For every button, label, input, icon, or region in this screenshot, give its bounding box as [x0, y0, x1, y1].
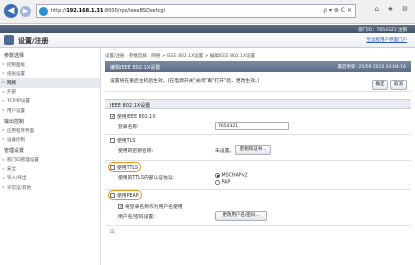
breadcrumb: 设置/注册 : 参数选择 : 网络 > IEEE 802.1X设置 > 编辑IE…: [105, 54, 256, 59]
url-text: http://192.168.1.31:8000/rps/ieeeBSDsetc…: [51, 8, 165, 14]
use-peap-checkbox[interactable]: [110, 193, 115, 198]
sidebar-item[interactable]: 安全: [0, 165, 100, 174]
top-bar: 部门ID：7654321 注销: [0, 25, 415, 33]
cancel-button[interactable]: 取消: [390, 80, 407, 90]
sidebar-item[interactable]: 控制面板: [0, 60, 100, 69]
divider: [105, 189, 411, 190]
sidebar-item[interactable]: 应用程序界面: [0, 126, 100, 135]
address-tools-icon[interactable]: ρ ▾ ⊗ C ✕: [323, 7, 352, 14]
same-login-row: 将登录名称作为用户名使用: [118, 203, 183, 210]
sidebar-group-title: 输出控制: [4, 118, 25, 125]
use-ieee-checkbox[interactable]: [110, 114, 115, 120]
sidebar-group-title: 参数选择: [4, 52, 25, 59]
panel-title-text: 编辑IEEE 802.1X设置: [110, 65, 161, 71]
use-tls-row: 使用TLS: [110, 137, 135, 144]
portal-bar: 设置/注册 至远程用户界面门户: [0, 33, 415, 48]
use-ieee-label: 使用IEEE 802.1X: [117, 115, 156, 120]
ok-button[interactable]: 确定: [372, 80, 388, 90]
sidebar-item[interactable]: 用户设置: [0, 106, 100, 115]
sidebar-item[interactable]: 外部: [0, 88, 100, 97]
ttls-protocol-label: 使用的TTLS内部认证协议:: [118, 176, 175, 181]
app-header: 部门ID：7654321 注销 设置/注册 至远程用户界面门户: [0, 25, 415, 48]
protocol-pap-row: PAP: [215, 180, 230, 186]
sidebar-item[interactable]: 部门ID管理设置: [0, 156, 100, 165]
use-ttls-row: 使用TTLS: [110, 164, 138, 171]
pap-label: PAP: [221, 180, 231, 186]
notice: 设置将在重启主机后生效。(在电源开关"关闭"再"打开"后，更改生效。) 确定 取…: [105, 72, 411, 92]
sidebar-item[interactable]: 设备控制: [0, 135, 100, 144]
same-login-label: 将登录名称作为用户名使用: [125, 205, 183, 210]
sidebar-item[interactable]: 网络: [0, 78, 100, 88]
use-ieee-row: 使用IEEE 802.1X: [110, 113, 156, 120]
panel-title: 编辑IEEE 802.1X设置 最后更新: 25/09 2015 03:04:1…: [105, 61, 411, 72]
browser-tools-icon[interactable]: ⌂ ★ ⚙: [375, 5, 411, 13]
sidebar-item[interactable]: 纸张设置: [0, 69, 100, 78]
use-peap-row: 使用PEAP: [110, 192, 139, 199]
user-password-label: 用户名/密码设置:: [118, 215, 155, 220]
back-arrow-icon[interactable]: ◀: [4, 4, 18, 18]
section-title: IEEE 802.1X设置: [105, 99, 411, 109]
main-content: 设置/注册 : 参数选择 : 网络 > IEEE 802.1X设置 > 编辑IE…: [105, 49, 411, 259]
login-name-input[interactable]: 7654321: [215, 122, 289, 130]
forward-arrow-icon[interactable]: ▶: [20, 5, 31, 17]
use-ttls-label: 使用TTLS: [117, 166, 139, 171]
page-top-icon[interactable]: ⊡: [110, 229, 114, 235]
change-user-password-button[interactable]: 更改用户名/密码...: [215, 211, 267, 221]
tls-key-value: 未设置。: [215, 149, 235, 154]
use-peap-label: 使用PEAP: [117, 194, 139, 199]
tls-key-label: 使用的密钥名称:: [118, 149, 154, 154]
sidebar-item[interactable]: 许可证/其他: [0, 183, 100, 192]
sidebar: 参数选择控制面板纸张设置网络外部TCP/IP设置用户设置输出控制应用程序界面设备…: [0, 49, 101, 265]
protocol-mschapv2-row: MSCHAPv2: [215, 173, 248, 179]
same-login-checkbox[interactable]: [118, 204, 123, 210]
use-ttls-checkbox[interactable]: [110, 165, 115, 170]
sidebar-item[interactable]: 导入/导出: [0, 174, 100, 183]
sidebar-item[interactable]: TCP/IP设置: [0, 97, 100, 106]
key-certificate-button[interactable]: 密钥和证书...: [235, 145, 271, 155]
mschapv2-label: MSCHAPv2: [221, 173, 248, 179]
portal-link[interactable]: 至远程用户界面门户: [367, 37, 408, 43]
sidebar-group-title: 管理设置: [4, 148, 25, 154]
page-title: 设置/注册: [18, 37, 49, 45]
divider: [105, 134, 411, 135]
ieee-form: 使用IEEE 802.1X 登录名称: 7654321 使用TLS 使用的密钥名…: [105, 109, 411, 259]
ieee-section: IEEE 802.1X设置 使用IEEE 802.1X 登录名称: 765432…: [105, 99, 411, 259]
divider: [105, 160, 411, 161]
last-updated: 最后更新: 25/09 2015 03:04:16: [337, 65, 406, 70]
address-bar[interactable]: http://192.168.1.31:8000/rps/ieeeBSDsetc…: [36, 4, 356, 18]
notice-text: 设置将在重启主机后生效。(在电源开关"关闭"再"打开"后，更改生效。): [110, 79, 260, 84]
use-tls-label: 使用TLS: [117, 139, 136, 144]
settings-icon: [4, 35, 14, 45]
browser-toolbar: ◀ ▶ http://192.168.1.31:8000/rps/ieeeBSD…: [0, 0, 415, 24]
pap-radio[interactable]: [215, 180, 220, 185]
department-id-logout[interactable]: 部门ID：7654321 注销: [358, 27, 407, 33]
use-tls-checkbox[interactable]: [110, 138, 115, 143]
login-name-label: 登录名称:: [118, 125, 139, 130]
browser-logo-icon: [39, 7, 48, 16]
divider: [105, 225, 411, 226]
mschapv2-radio[interactable]: [215, 173, 220, 178]
